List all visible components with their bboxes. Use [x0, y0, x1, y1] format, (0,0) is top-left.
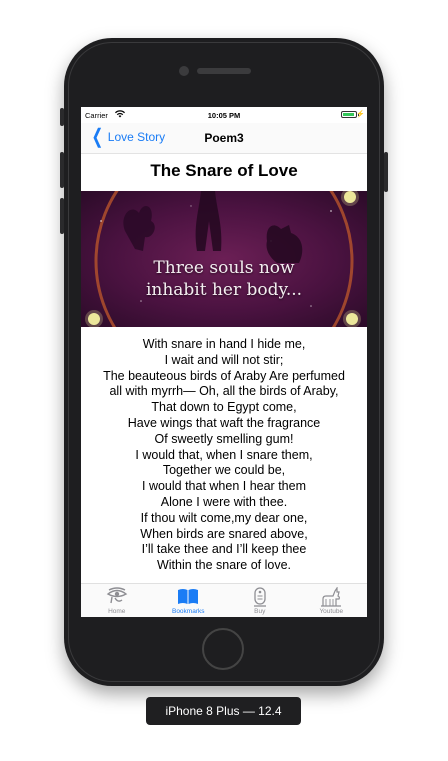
poem-line: With snare in hand I hide me,	[142, 337, 306, 351]
banner-caption-line: Three souls now	[153, 258, 295, 278]
mute-switch[interactable]	[60, 108, 64, 126]
tab-bar: Home Bookmarks Buy Youtube	[81, 583, 367, 617]
home-button[interactable]	[202, 628, 244, 670]
volume-up-button[interactable]	[60, 152, 64, 188]
poem-line: Together we could be,	[162, 463, 286, 478]
tab-home[interactable]: Home	[81, 584, 153, 617]
poem-line: Within the snare of love.	[156, 558, 292, 573]
front-camera	[179, 66, 189, 76]
navigation-bar: ❮ Love Story Poem3	[81, 123, 367, 154]
poem-line: I would that when I hear them	[142, 479, 306, 494]
power-button[interactable]	[384, 152, 388, 192]
earpiece-speaker	[197, 68, 251, 74]
tab-label: Bookmarks	[171, 608, 205, 615]
simulator-device-label: iPhone 8 Plus — 12.4	[146, 697, 301, 725]
poem-banner-image: Three souls now inhabit her body...	[81, 191, 367, 327]
poem-line: Have wings that waft the fragrance	[127, 415, 321, 430]
poem-line: Alone I were with thee.	[160, 494, 288, 509]
volume-down-button[interactable]	[60, 198, 64, 234]
tab-buy[interactable]: Buy	[224, 584, 296, 617]
tab-label: Home	[108, 608, 126, 615]
battery-icon	[341, 111, 357, 118]
poem-line: Of sweetly smelling gum!	[154, 431, 294, 446]
app-screen: Carrier 10:05 PM ⚡ ❮ Love Story Poem3 Th…	[81, 107, 367, 617]
tab-label: Buy	[254, 608, 266, 615]
banner-caption-line: inhabit her body...	[145, 280, 303, 300]
status-bar: Carrier 10:05 PM ⚡	[81, 107, 367, 123]
charging-bolt-icon: ⚡	[356, 111, 365, 118]
poem-line: That down to Egypt come,	[151, 400, 297, 415]
poem-title: The Snare of Love	[150, 161, 298, 180]
poem-line: I wait and will not stir;	[164, 352, 284, 367]
book-icon	[177, 587, 199, 610]
poem-body: With snare in hand I hide me, I wait and…	[81, 337, 367, 574]
poem-line: I’ll take thee and I’ll keep thee	[141, 542, 307, 557]
nav-title: Poem3	[204, 131, 244, 145]
poem-line: When birds are snared above,	[140, 526, 308, 541]
clock: 10:05 PM	[207, 111, 241, 120]
tab-bookmarks[interactable]: Bookmarks	[153, 584, 225, 617]
eye-of-horus-icon	[106, 587, 128, 610]
poem-line: If thou wilt come,my dear one,	[140, 510, 308, 525]
poem-line: I would that, when I snare them,	[135, 447, 313, 462]
banner-caption: Three souls now inhabit her body...	[81, 257, 367, 301]
poem-line: The beauteous birds of Araby Are perfume…	[103, 368, 345, 383]
battery-level	[343, 113, 354, 116]
tab-youtube[interactable]: Youtube	[296, 584, 368, 617]
poem-line: all with myrrh— Oh, all the birds of Ara…	[109, 384, 339, 399]
tab-label: Youtube	[319, 608, 344, 615]
